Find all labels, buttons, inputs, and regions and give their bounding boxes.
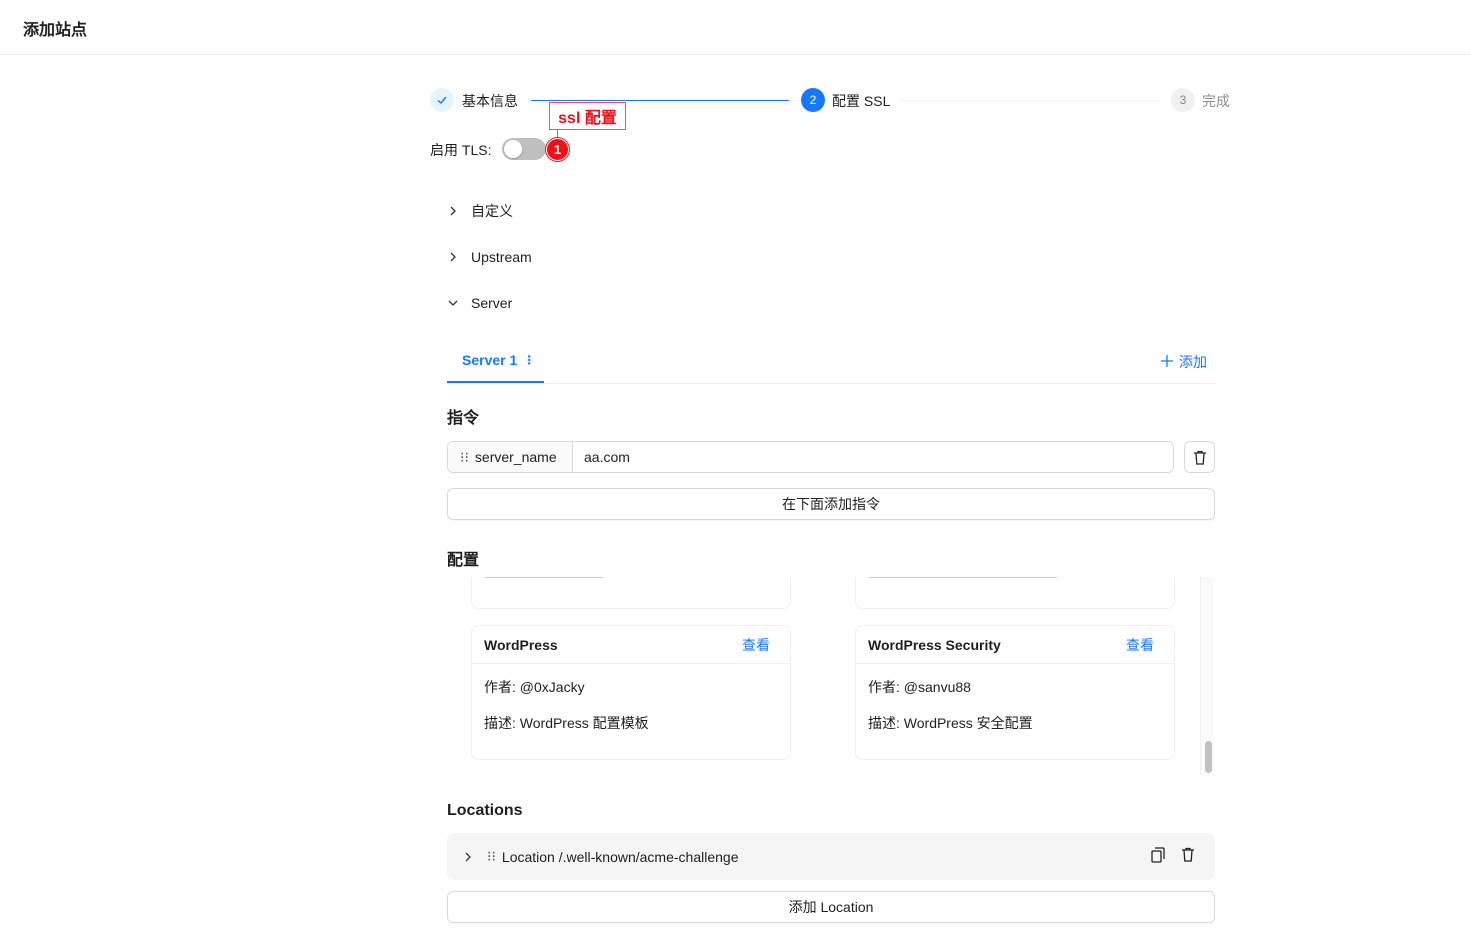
step-3-label: 完成	[1202, 93, 1230, 109]
step-connector-1	[531, 100, 789, 101]
add-directive-button[interactable]: 在下面添加指令	[447, 488, 1215, 520]
collapse-label: 自定义	[471, 203, 513, 219]
copy-icon[interactable]	[1151, 847, 1165, 866]
card-header: WordPress 查看	[472, 626, 790, 664]
collapse-label: Server	[471, 295, 513, 311]
step-2-label: 配置 SSL	[832, 93, 891, 109]
step-2-icon: 2	[801, 88, 825, 112]
card-body: 作者: @0xJacky 描述: WordPress 配置模板	[472, 664, 790, 760]
page-header: 添加站点	[0, 0, 1471, 55]
drag-handle-icon[interactable]: ⁝⁝	[487, 848, 496, 865]
drag-handle-icon[interactable]: ⁝⁝	[460, 449, 469, 466]
collapse-upstream[interactable]: Upstream	[447, 246, 532, 268]
trash-icon	[1193, 450, 1206, 465]
template-card-wordpress: WordPress 查看 作者: @0xJacky 描述: WordPress …	[471, 625, 791, 760]
directive-value-input[interactable]: aa.com	[573, 442, 1173, 472]
config-title: 配置	[447, 552, 480, 569]
add-server-button[interactable]: 添加	[1161, 352, 1207, 372]
card-title: WordPress Security	[868, 636, 1001, 653]
location-label: Location /.well-known/acme-challenge	[501, 848, 739, 865]
server-tabs: Server 1 ⋮ 添加	[447, 340, 1215, 384]
page-title: 添加站点	[23, 22, 88, 39]
card-description: 描述: WordPress 配置模板	[484, 715, 649, 731]
step-connector-2	[901, 100, 1159, 101]
location-actions	[1151, 847, 1195, 866]
clipped-text	[868, 577, 1058, 578]
card-title: WordPress	[484, 636, 558, 653]
switch-knob	[504, 140, 522, 158]
directive-name-label: server_name	[474, 449, 557, 465]
directives-title: 指令	[447, 410, 480, 427]
template-card-partial	[855, 577, 1175, 609]
annotation-connector	[557, 130, 558, 138]
template-card-partial	[471, 577, 791, 609]
card-header: WordPress Security 查看	[856, 626, 1174, 664]
step-3-icon: 3	[1171, 88, 1195, 112]
scrollbar[interactable]	[1200, 577, 1214, 775]
tab-server-1[interactable]: Server 1 ⋮	[462, 352, 535, 368]
location-item[interactable]: ⁝⁝ Location /.well-known/acme-challenge	[447, 833, 1215, 880]
directive-name[interactable]: ⁝⁝ server_name	[448, 442, 573, 472]
card-author: 作者: @0xJacky	[484, 679, 585, 695]
card-author: 作者: @sanvu88	[868, 679, 971, 695]
view-link[interactable]: 查看	[742, 635, 770, 655]
annotation-marker: 1	[546, 138, 569, 161]
tls-label: 启用 TLS:	[430, 142, 492, 158]
tab-label: Server 1	[462, 352, 518, 368]
delete-directive-button[interactable]	[1184, 441, 1215, 473]
chevron-right-icon	[447, 252, 459, 262]
tls-switch[interactable]	[502, 138, 546, 160]
step-1-done-icon	[430, 88, 454, 112]
tab-ink-bar	[447, 381, 544, 383]
template-card-wordpress-security: WordPress Security 查看 作者: @sanvu88 描述: W…	[855, 625, 1175, 760]
config-template-list[interactable]: WordPress 查看 作者: @0xJacky 描述: WordPress …	[447, 577, 1215, 775]
trash-icon[interactable]	[1181, 847, 1195, 866]
add-server-label: 添加	[1179, 354, 1207, 370]
view-link[interactable]: 查看	[1126, 635, 1154, 655]
locations-title: Locations	[447, 802, 523, 819]
card-body: 作者: @sanvu88 描述: WordPress 安全配置	[856, 664, 1174, 760]
plus-icon	[1161, 354, 1173, 370]
chevron-right-icon	[447, 206, 459, 216]
collapse-custom[interactable]: 自定义	[447, 200, 513, 222]
chevron-right-icon[interactable]	[463, 852, 473, 862]
collapse-label: Upstream	[471, 249, 532, 265]
annotation-label: ssl 配置	[549, 102, 626, 130]
collapse-server[interactable]: Server	[447, 292, 512, 314]
card-description: 描述: WordPress 安全配置	[868, 715, 1033, 731]
add-location-button[interactable]: 添加 Location	[447, 891, 1215, 923]
directive-row: ⁝⁝ server_name aa.com	[447, 441, 1174, 473]
clipped-text	[484, 577, 604, 578]
more-vertical-icon[interactable]: ⋮	[523, 354, 535, 366]
scrollbar-thumb[interactable]	[1205, 741, 1212, 773]
step-1-label: 基本信息	[462, 93, 518, 109]
chevron-down-icon	[447, 298, 459, 308]
